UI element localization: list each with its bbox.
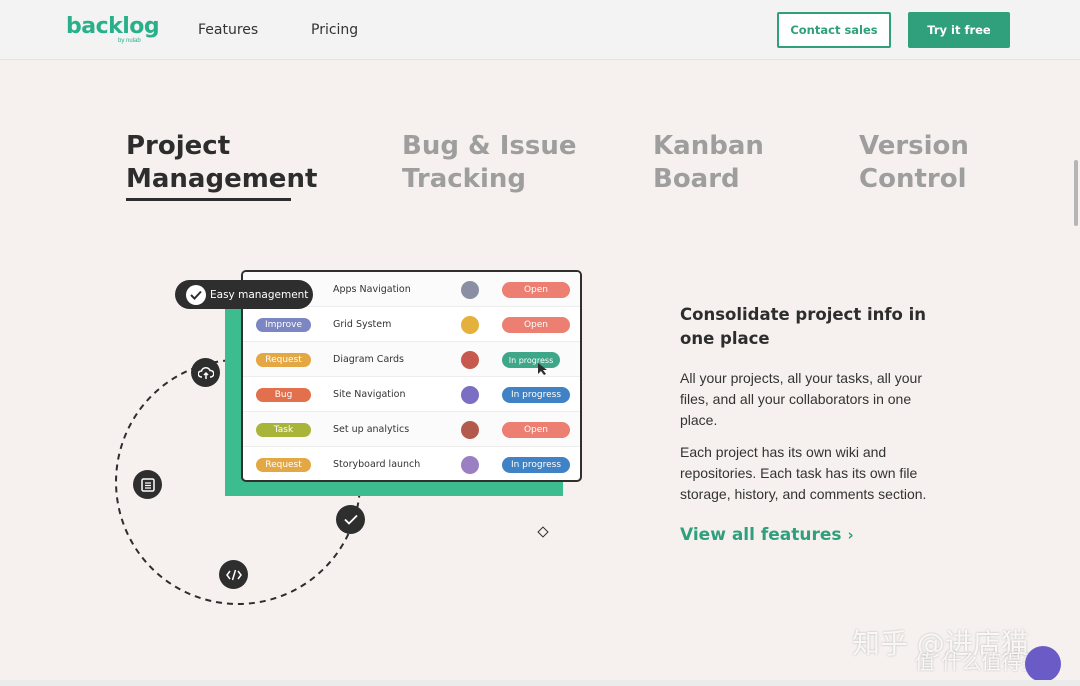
status-badge: Open: [502, 422, 570, 438]
status-badge: Open: [502, 317, 570, 333]
avatar: [461, 386, 479, 404]
section-heading: Consolidate project info in one place: [680, 305, 927, 348]
issue-type-chip: Task: [256, 423, 311, 437]
mouse-pointer-icon: [538, 363, 547, 375]
status-badge: In progress: [502, 387, 570, 403]
issue-title: Apps Navigation: [333, 284, 411, 295]
issue-title: Grid System: [333, 319, 392, 330]
avatar: [461, 456, 479, 474]
bottom-edge: [0, 680, 1080, 686]
description-paragraph-1: All your projects, all your tasks, all y…: [680, 370, 922, 428]
document-list-icon: [133, 470, 162, 499]
status-badge: In progress: [502, 352, 560, 368]
status-badge: Open: [502, 282, 570, 298]
issue-title: Site Navigation: [333, 389, 406, 400]
issue-title: Storyboard launch: [333, 459, 421, 470]
code-icon: [219, 560, 248, 589]
issue-type-chip: Bug: [256, 388, 311, 402]
issue-type-chip: Improve: [256, 318, 311, 332]
table-row: Improve Grid System Open: [243, 307, 580, 342]
smzdm-watermark: 值 什么值得买: [915, 650, 1042, 674]
issue-title: Diagram Cards: [333, 354, 404, 365]
view-all-features-label: View all features: [680, 525, 842, 545]
avatar: [461, 281, 479, 299]
chat-widget-button[interactable]: [1025, 646, 1061, 682]
issue-type-chip: Request: [256, 353, 311, 367]
check-icon: [186, 285, 206, 305]
table-row: Bug Site Navigation In progress: [243, 377, 580, 412]
status-badge: In progress: [502, 457, 570, 473]
table-row: Request Storyboard launch In progress: [243, 447, 580, 480]
scrollbar-thumb[interactable]: [1074, 160, 1078, 226]
description-paragraph-2: Each project has its own wiki and reposi…: [680, 444, 927, 502]
issue-title: Set up analytics: [333, 424, 410, 435]
checkmark-icon: [336, 505, 365, 534]
chevron-right-icon: ›: [847, 526, 854, 544]
avatar: [461, 351, 479, 369]
issue-type-chip: Request: [256, 458, 311, 472]
avatar: [461, 421, 479, 439]
cloud-upload-icon: [191, 358, 220, 387]
avatar: [461, 316, 479, 334]
table-row: Request Diagram Cards In progress: [243, 342, 580, 377]
table-row: Task Set up analytics Open: [243, 412, 580, 447]
view-all-features-link[interactable]: View all features ›: [680, 525, 854, 545]
